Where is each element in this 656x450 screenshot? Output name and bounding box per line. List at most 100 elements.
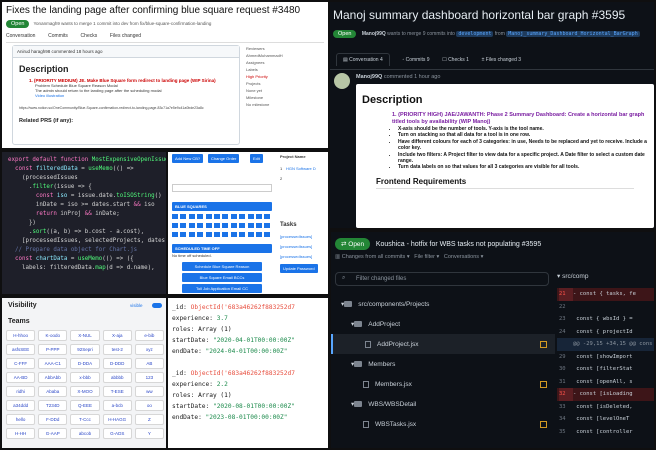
team-chip[interactable]: X-NUL: [70, 330, 100, 341]
tab-files-changed[interactable]: Files changed: [110, 33, 141, 39]
sidebar-label[interactable]: Assignees: [246, 59, 326, 66]
blue-square[interactable]: [180, 232, 187, 237]
blue-square[interactable]: [222, 223, 229, 228]
blue-square[interactable]: [180, 223, 187, 228]
team-chip[interactable]: H-HAGG: [102, 414, 132, 425]
team-chip[interactable]: X-MOO: [70, 386, 100, 397]
tab-commits[interactable]: ◦ Commits 9: [402, 57, 429, 63]
job-application-button[interactable]: Toll Job Application Email CC: [182, 284, 262, 293]
team-chip[interactable]: T-Ccc: [70, 414, 100, 425]
team-chip[interactable]: Z: [134, 414, 164, 425]
tab-checks[interactable]: Checks: [81, 33, 98, 39]
blue-square[interactable]: [239, 232, 246, 237]
team-chip[interactable]: AB: [134, 358, 164, 369]
blue-square[interactable]: [264, 232, 271, 237]
team-chip[interactable]: AA-BD: [6, 372, 36, 383]
task-link[interactable]: [processedIssues]: [280, 244, 312, 249]
team-chip[interactable]: abcob: [70, 428, 100, 439]
tab-checks[interactable]: ☐ Checks 1: [442, 57, 469, 63]
file-filter-dropdown[interactable]: File filter ▾: [414, 254, 439, 260]
blue-square[interactable]: [222, 214, 229, 219]
tree-folder[interactable]: ▾ WBS/WBSDetail: [331, 394, 555, 414]
team-chip[interactable]: Q-EEE: [70, 400, 100, 411]
team-chip[interactable]: ww: [134, 386, 164, 397]
change-order-button[interactable]: Change Order: [208, 154, 240, 163]
conversations-dropdown[interactable]: Conversations ▾: [444, 254, 483, 260]
tree-file[interactable]: AddProject.jsx: [331, 334, 555, 354]
video-link[interactable]: Video illustration: [35, 93, 239, 98]
blue-square[interactable]: [214, 223, 220, 228]
blue-square[interactable]: [239, 223, 246, 228]
team-chip[interactable]: X-aja: [102, 330, 132, 341]
team-chip[interactable]: AAA-C1: [38, 358, 68, 369]
blue-square[interactable]: [180, 214, 187, 219]
update-password-button[interactable]: Update Password: [280, 264, 318, 273]
blue-square[interactable]: [264, 214, 271, 219]
blue-square[interactable]: [172, 223, 178, 228]
team-chip[interactable]: test-2: [102, 344, 132, 355]
team-chip[interactable]: Y: [134, 428, 164, 439]
team-chip[interactable]: oo: [134, 400, 164, 411]
task-link[interactable]: [processedIssues]: [280, 254, 312, 259]
blue-square[interactable]: [197, 232, 204, 237]
tree-folder[interactable]: ▾ AddProject: [331, 314, 555, 334]
team-chip[interactable]: P-PPP: [38, 344, 68, 355]
team-chip[interactable]: AbbAbb: [38, 372, 68, 383]
team-chip[interactable]: D-DDD: [102, 358, 132, 369]
notion-url[interactable]: https://www.notion.so/OneCommunity/Blue-…: [19, 106, 233, 110]
blue-square[interactable]: [172, 214, 178, 219]
base-branch[interactable]: development: [456, 31, 494, 37]
team-chip[interactable]: x-bbb: [70, 372, 100, 383]
blue-square[interactable]: [264, 223, 271, 228]
email-bcc-button[interactable]: Blue Square Email BCCs: [182, 273, 262, 282]
blue-square[interactable]: [205, 232, 212, 237]
team-chip[interactable]: Ababa: [38, 386, 68, 397]
team-chip[interactable]: F-DDd: [38, 414, 68, 425]
tab-conversation[interactable]: Conversation: [6, 33, 35, 39]
schedule-reason-button[interactable]: Schedule Blue Square Reason: [182, 262, 262, 271]
blue-square[interactable]: [239, 214, 246, 219]
add-new-button[interactable]: Add New CB?: [172, 154, 204, 163]
project-link[interactable]: HGN Software D: [286, 166, 316, 171]
author[interactable]: Manoj99Q: [362, 31, 386, 37]
blue-square[interactable]: [172, 232, 178, 237]
edit-button[interactable]: Edit: [250, 154, 263, 163]
blue-square[interactable]: [256, 223, 262, 228]
sidebar-label[interactable]: Labels: [246, 66, 326, 73]
visibility-toggle[interactable]: [152, 303, 162, 308]
team-chip[interactable]: D-DDA: [70, 358, 100, 369]
team-chip[interactable]: H-hhoo: [6, 330, 36, 341]
team-chip[interactable]: T234D: [38, 400, 68, 411]
blue-square[interactable]: [230, 214, 237, 219]
team-chip[interactable]: 92Sepri: [70, 344, 100, 355]
team-chip[interactable]: hello: [6, 414, 36, 425]
avatar[interactable]: [334, 73, 350, 89]
team-chip[interactable]: G-AAP: [38, 428, 68, 439]
team-chip[interactable]: a34ddd: [6, 400, 36, 411]
head-branch[interactable]: Manoj_summary_Dashboard_Horizontal_BarGr…: [506, 31, 640, 37]
team-chip[interactable]: T-ESE: [102, 386, 132, 397]
team-chip[interactable]: abbbb: [102, 372, 132, 383]
sidebar-toggle-icon[interactable]: ▥: [335, 254, 342, 260]
sidebar-label[interactable]: Reviewers: [246, 45, 326, 52]
tab-files-changed[interactable]: ± Files changed 3: [482, 57, 521, 63]
task-link[interactable]: [processedIssues]: [280, 234, 312, 239]
blue-square[interactable]: [197, 214, 204, 219]
blue-square[interactable]: [197, 223, 204, 228]
team-chip[interactable]: 123: [134, 372, 164, 383]
filter-files-input[interactable]: ⌕ Filter changed files: [335, 272, 549, 286]
team-chip[interactable]: e-bib: [134, 330, 164, 341]
sidebar-label[interactable]: Projects: [246, 80, 326, 87]
blue-square[interactable]: [188, 223, 195, 228]
blue-square[interactable]: [214, 214, 220, 219]
tree-folder[interactable]: ▾ Members: [331, 354, 555, 374]
team-chip[interactable]: asfsSEE: [6, 344, 36, 355]
tab-commits[interactable]: Commits: [48, 33, 68, 39]
blue-square[interactable]: [188, 232, 195, 237]
team-chip[interactable]: C-FFF: [6, 358, 36, 369]
blue-square[interactable]: [230, 223, 237, 228]
team-chip[interactable]: K-oodo: [38, 330, 68, 341]
tree-folder[interactable]: ▾ src/components/Projects: [331, 294, 555, 314]
tree-file[interactable]: Members.jsx: [331, 374, 555, 394]
sidebar-label[interactable]: Milestone: [246, 94, 326, 101]
